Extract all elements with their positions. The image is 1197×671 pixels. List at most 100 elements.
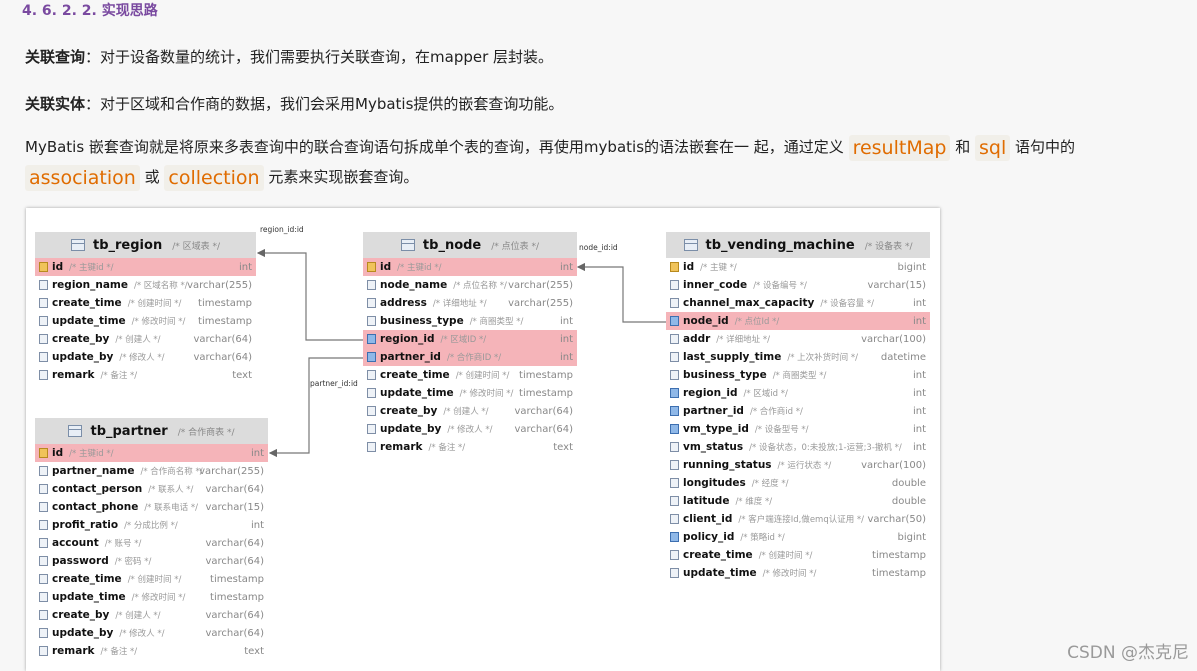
column-icon — [39, 316, 48, 326]
table-field-row[interactable]: create_time /* 创建时间 */ timestamp — [35, 294, 256, 312]
table-field-row[interactable]: last_supply_time /* 上次补货时间 */ datetime — [666, 348, 930, 366]
field-comment: /* 联系人 */ — [148, 485, 194, 495]
table-field-row[interactable]: account /* 账号 */ varchar(64) — [35, 534, 268, 552]
field-type: timestamp — [210, 573, 264, 585]
paragraph-related-query: 关联查询：对于设备数量的统计，我们需要执行关联查询，在mapper 层封装。 — [25, 46, 553, 67]
field-name: create_by — [380, 405, 438, 417]
field-comment: /* 修改时间 */ — [762, 569, 817, 579]
table-field-row[interactable]: id /* 主键id */ int — [363, 258, 577, 276]
field-comment: /* 备注 */ — [100, 371, 138, 381]
index-icon — [367, 352, 376, 362]
table-field-row[interactable]: vm_type_id /* 设备型号 */ int — [666, 420, 930, 438]
column-icon — [39, 502, 48, 512]
paragraph-related-entity: 关联实体：对于区域和合作商的数据，我们会采用Mybatis提供的嵌套查询功能。 — [25, 93, 563, 114]
table-field-row[interactable]: profit_ratio /* 分成比例 */ int — [35, 516, 268, 534]
table-field-row[interactable]: create_time /* 创建时间 */ timestamp — [363, 366, 577, 384]
table-field-row[interactable]: create_by /* 创建人 */ varchar(64) — [35, 330, 256, 348]
table-field-row[interactable]: vm_status /* 设备状态，0:未投放;1-运营;3-撤机 */ int — [666, 438, 930, 456]
table-field-row[interactable]: partner_id /* 合作商id */ int — [666, 402, 930, 420]
table-field-row[interactable]: create_time /* 创建时间 */ timestamp — [35, 570, 268, 588]
table-field-row[interactable]: address /* 详细地址 */ varchar(255) — [363, 294, 577, 312]
region-relation-line — [256, 248, 363, 341]
field-name: create_by — [52, 333, 110, 345]
column-icon — [670, 568, 679, 578]
table-field-row[interactable]: id /* 主键 */ bigint — [666, 258, 930, 276]
table-field-row[interactable]: create_time /* 创建时间 */ timestamp — [666, 546, 930, 564]
table-field-row[interactable]: client_id /* 客户端连接Id,做emq认证用 */varchar(50… — [666, 510, 930, 528]
table-field-row[interactable]: region_id /* 区域ID */ int — [363, 330, 577, 348]
table-icon — [683, 239, 698, 251]
field-name: update_by — [380, 423, 442, 435]
table-field-row[interactable]: node_name /* 点位名称 */varchar(255) — [363, 276, 577, 294]
field-type: int — [238, 261, 252, 273]
table-field-row[interactable]: contact_person /* 联系人 */ varchar(64) — [35, 480, 268, 498]
field-type: timestamp — [872, 567, 926, 579]
table-field-row[interactable]: update_time /* 修改时间 */ timestamp — [666, 564, 930, 582]
index-icon — [367, 334, 376, 344]
table-field-row[interactable]: update_by /* 修改人 */ varchar(64) — [35, 348, 256, 366]
table-field-row[interactable]: create_by /* 创建人 */ varchar(64) — [35, 606, 268, 624]
table-field-row[interactable]: update_time /* 修改时间 */ timestamp — [35, 312, 256, 330]
field-type: varchar(15) — [867, 279, 926, 291]
table-field-row[interactable]: node_id /* 点位Id */ int — [666, 312, 930, 330]
table-field-row[interactable]: channel_max_capacity /* 设备容量 */ int — [666, 294, 930, 312]
column-icon — [367, 298, 376, 308]
field-name: id — [683, 261, 695, 273]
table-field-row[interactable]: update_time /* 修改时间 */ timestamp — [35, 588, 268, 606]
table-field-row[interactable]: partner_id /* 合作商ID */ int — [363, 348, 577, 366]
field-comment: /* 详细地址 */ — [432, 299, 487, 309]
field-name: profit_ratio — [52, 519, 119, 531]
field-name: node_id — [683, 315, 729, 327]
paragraph-mybatis: MyBatis 嵌套查询就是将原来多表查询中的联合查询语句拆成单个表的查询，再使… — [25, 132, 1175, 192]
field-name: password — [52, 555, 109, 567]
table-field-row[interactable]: create_by /* 创建人 */ varchar(64) — [363, 402, 577, 420]
field-name: update_time — [683, 567, 757, 579]
table-field-row[interactable]: update_by /* 修改人 */ varchar(64) — [35, 624, 268, 642]
table-field-row[interactable]: region_name /* 区域名称 */varchar(255) — [35, 276, 256, 294]
paragraph-text: MyBatis 嵌套查询就是将原来多表查询中的联合查询语句拆成单个表的查询，再使… — [25, 138, 844, 156]
table-field-row[interactable]: partner_name /* 合作商名称 */varchar(255) — [35, 462, 268, 480]
table-field-row[interactable]: password /* 密码 */ varchar(64) — [35, 552, 268, 570]
table-field-row[interactable]: update_by /* 修改人 */ varchar(64) — [363, 420, 577, 438]
paragraph-text: 元素来实现嵌套查询。 — [268, 168, 419, 186]
field-type: varchar(50) — [867, 513, 926, 525]
table-field-row[interactable]: remark /* 备注 */ text — [363, 438, 577, 456]
watermark: CSDN @杰克尼 — [1067, 643, 1189, 663]
field-type: double — [891, 477, 926, 489]
field-type: text — [232, 369, 252, 381]
table-field-row[interactable]: update_time /* 修改时间 */ timestamp — [363, 384, 577, 402]
table-field-row[interactable]: longitudes /* 经度 */ double — [666, 474, 930, 492]
field-comment: /* 合作商名称 */ — [140, 467, 203, 477]
table-field-row[interactable]: business_type /* 商圈类型 */ int — [666, 366, 930, 384]
index-icon — [670, 388, 679, 398]
table-field-row[interactable]: policy_id /* 策略id */ bigint — [666, 528, 930, 546]
table-field-row[interactable]: latitude /* 维度 */ double — [666, 492, 930, 510]
table-field-row[interactable]: contact_phone /* 联系电话 */ varchar(15) — [35, 498, 268, 516]
table-tb-vending-machine[interactable]: tb_vending_machine /* 设备表 */ id /* 主键 */ big… — [666, 232, 930, 582]
table-tb-node[interactable]: tb_node /* 点位表 */ id /* 主键id */ int node_name… — [363, 232, 577, 456]
field-type: varchar(255) — [187, 279, 252, 291]
table-tb-region[interactable]: tb_region /* 区域表 */ id /* 主键id */ int region_… — [35, 232, 256, 384]
field-type: int — [912, 297, 926, 309]
field-type: text — [553, 441, 573, 453]
table-field-row[interactable]: business_type /* 商圈类型 */ int — [363, 312, 577, 330]
table-field-row[interactable]: id /* 主键id */ int — [35, 444, 268, 462]
code-resultmap: resultMap — [848, 134, 951, 161]
table-field-row[interactable]: running_status /* 运行状态 */ varchar(100) — [666, 456, 930, 474]
column-icon — [39, 352, 48, 362]
table-field-row[interactable]: addr /* 详细地址 */ varchar(100) — [666, 330, 930, 348]
table-field-row[interactable]: inner_code /* 设备编号 */ varchar(15) — [666, 276, 930, 294]
table-field-row[interactable]: remark /* 备注 */ text — [35, 366, 256, 384]
table-tb-partner[interactable]: tb_partner /* 合作商表 */ id /* 主键id */ int partn… — [35, 418, 268, 660]
column-icon — [39, 520, 48, 530]
field-comment: /* 区域名称 */ — [133, 281, 188, 291]
field-comment: /* 创建人 */ — [115, 335, 161, 345]
table-field-row[interactable]: remark /* 备注 */ text — [35, 642, 268, 660]
field-type: varchar(64) — [193, 333, 252, 345]
field-type: varchar(255) — [199, 465, 264, 477]
field-name: contact_person — [52, 483, 143, 495]
table-field-row[interactable]: id /* 主键id */ int — [35, 258, 256, 276]
field-type: varchar(64) — [205, 627, 264, 639]
table-field-row[interactable]: region_id /* 区域id */ int — [666, 384, 930, 402]
field-type: timestamp — [198, 315, 252, 327]
